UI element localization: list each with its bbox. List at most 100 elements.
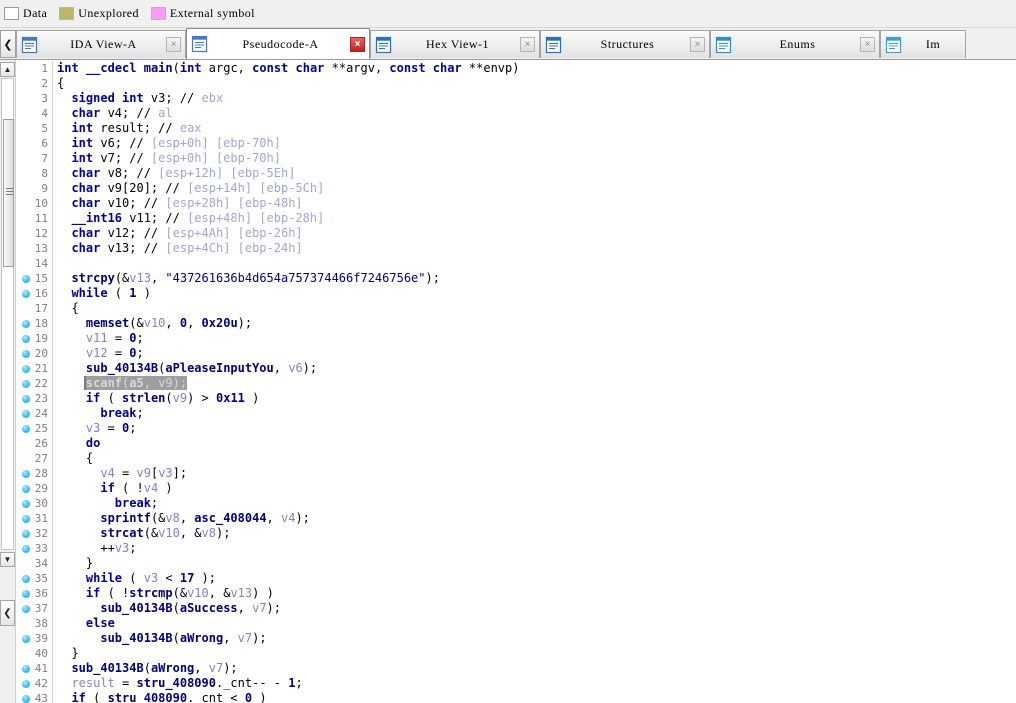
code-line[interactable]: 27 {	[17, 451, 1016, 466]
code-line[interactable]: 29 if ( !v4 )	[17, 481, 1016, 496]
code-line[interactable]: 28 v4 = v9[v3];	[17, 466, 1016, 481]
tab-structures[interactable]: Structures ×	[540, 30, 710, 58]
code-line[interactable]: 40 }	[17, 646, 1016, 661]
code-line-text: if ( !v4 )	[100, 481, 173, 495]
code-line-text: char v12; // [esp+4Ah] [ebp-26h]	[71, 226, 303, 240]
tab-scroll-left-button[interactable]: ❮	[0, 30, 16, 58]
code-line[interactable]: 41 sub_40134B(aWrong, v7);	[17, 661, 1016, 676]
code-line[interactable]: 12 char v12; // [esp+4Ah] [ebp-26h]	[17, 226, 1016, 241]
code-line-text: sub_40134B(aPleaseInputYou, v6);	[85, 361, 318, 375]
breakpoint-marker-icon[interactable]	[22, 365, 30, 373]
code-line[interactable]: 38 else	[17, 616, 1016, 631]
code-line[interactable]: 7 int v7; // [esp+0h] [ebp-70h]	[17, 151, 1016, 166]
breakpoint-marker-icon[interactable]	[22, 275, 30, 283]
code-line-text: int result; // eax	[71, 121, 202, 135]
tab-close-button[interactable]: ×	[690, 37, 705, 52]
code-line[interactable]: 13 char v13; // [esp+4Ch] [ebp-24h]	[17, 241, 1016, 256]
pseudocode-editor[interactable]: 1 int __cdecl main(int argc, const char *…	[17, 61, 1016, 703]
tab-close-button[interactable]: ×	[520, 37, 535, 52]
breakpoint-marker-icon[interactable]	[22, 605, 30, 613]
breakpoint-marker-icon[interactable]	[22, 290, 30, 298]
breakpoint-marker-icon[interactable]	[22, 665, 30, 673]
tab-pseudocode-a[interactable]: Pseudocode-A ×	[186, 28, 370, 59]
tab-hex-view-1[interactable]: Hex View-1 ×	[370, 30, 540, 58]
code-line[interactable]: 43 if ( stru_408090._cnt < 0 )	[17, 691, 1016, 703]
code-line[interactable]: 10 char v10; // [esp+28h] [ebp-48h]	[17, 196, 1016, 211]
code-line[interactable]: 36 if ( !strcmp(&v10, &v13) )	[17, 586, 1016, 601]
breakpoint-marker-icon[interactable]	[22, 380, 30, 388]
code-line[interactable]: 1 int __cdecl main(int argc, const char *…	[17, 61, 1016, 76]
tab-label: IDA View-A	[70, 37, 137, 51]
code-line[interactable]: 16 while ( 1 )	[17, 286, 1016, 301]
breakpoint-marker-icon[interactable]	[22, 695, 30, 703]
code-line[interactable]: 31 sprintf(&v8, asc_408044, v4);	[17, 511, 1016, 526]
code-line[interactable]: 42 result = stru_408090._cnt-- - 1;	[17, 676, 1016, 691]
code-line[interactable]: 3 signed int v3; // ebx	[17, 91, 1016, 106]
breakpoint-marker-icon[interactable]	[22, 410, 30, 418]
legend-item-label: Unexplored	[78, 6, 139, 20]
tab-enums[interactable]: Enums ×	[710, 30, 880, 58]
breakpoint-marker-icon[interactable]	[22, 470, 30, 478]
code-line-text: result = stru_408090._cnt-- - 1;	[71, 676, 303, 690]
code-line[interactable]: 21 sub_40134B(aPleaseInputYou, v6);	[17, 361, 1016, 376]
code-line[interactable]: 5 int result; // eax	[17, 121, 1016, 136]
tab-close-button[interactable]: ×	[860, 37, 875, 52]
code-line[interactable]: 23 if ( strlen(v9) > 0x11 )	[17, 391, 1016, 406]
code-line[interactable]: 2{	[17, 76, 1016, 91]
code-line[interactable]: 18 memset(&v10, 0, 0x20u);	[17, 316, 1016, 331]
code-line-text: if ( !strcmp(&v10, &v13) )	[85, 586, 274, 600]
code-line-text: {	[57, 451, 94, 465]
dock-collapse-button[interactable]: ❮	[0, 600, 15, 626]
breakpoint-marker-icon[interactable]	[22, 335, 30, 343]
tab-close-button[interactable]: ×	[166, 37, 181, 52]
code-line[interactable]: 14	[17, 256, 1016, 271]
dock-scroll-up-button[interactable]: ▲	[0, 62, 15, 77]
code-line[interactable]: 15 strcpy(&v13, "437261636b4d654a7573744…	[17, 271, 1016, 286]
code-line[interactable]: 20 v12 = 0;	[17, 346, 1016, 361]
code-line[interactable]: 35 while ( v3 < 17 );	[17, 571, 1016, 586]
code-line-text: memset(&v10, 0, 0x20u);	[85, 316, 253, 330]
code-line[interactable]: 11 __int16 v11; // [esp+48h] [ebp-28h]	[17, 211, 1016, 226]
code-line[interactable]: 30 break;	[17, 496, 1016, 511]
breakpoint-marker-icon[interactable]	[22, 530, 30, 538]
code-line[interactable]: 26 do	[17, 436, 1016, 451]
breakpoint-marker-icon[interactable]	[22, 425, 30, 433]
code-line[interactable]: 6 int v6; // [esp+0h] [ebp-70h]	[17, 136, 1016, 151]
line-number: 34	[17, 556, 53, 571]
tab-im[interactable]: Im	[880, 30, 966, 58]
breakpoint-marker-icon[interactable]	[22, 635, 30, 643]
breakpoint-marker-icon[interactable]	[22, 320, 30, 328]
code-line-text: v11 = 0;	[85, 331, 144, 345]
breakpoint-marker-icon[interactable]	[22, 575, 30, 583]
dock-scroll-down-button[interactable]: ▼	[0, 552, 15, 567]
code-line[interactable]: 9 char v9[20]; // [esp+14h] [ebp-5Ch]	[17, 181, 1016, 196]
code-line[interactable]: 19 v11 = 0;	[17, 331, 1016, 346]
tab-close-button[interactable]: ×	[350, 36, 365, 52]
breakpoint-marker-icon[interactable]	[22, 515, 30, 523]
navigator-scrollbar-track[interactable]	[1, 78, 14, 550]
structures-icon	[545, 36, 563, 54]
code-line[interactable]: 32 strcat(&v10, &v8);	[17, 526, 1016, 541]
breakpoint-marker-icon[interactable]	[22, 680, 30, 688]
breakpoint-marker-icon[interactable]	[22, 485, 30, 493]
code-line[interactable]: 39 sub_40134B(aWrong, v7);	[17, 631, 1016, 646]
code-line[interactable]: 22 scanf(a5, v9);	[17, 376, 1016, 391]
code-line-text: {	[57, 76, 65, 90]
tab-label: Enums	[779, 37, 816, 51]
code-line[interactable]: 17 {	[17, 301, 1016, 316]
code-line[interactable]: 33 ++v3;	[17, 541, 1016, 556]
code-line[interactable]: 8 char v8; // [esp+12h] [ebp-5Eh]	[17, 166, 1016, 181]
breakpoint-marker-icon[interactable]	[22, 590, 30, 598]
line-number: 8	[17, 166, 53, 181]
breakpoint-marker-icon[interactable]	[22, 350, 30, 358]
code-line[interactable]: 24 break;	[17, 406, 1016, 421]
navigator-scrollbar-thumb[interactable]	[3, 119, 14, 267]
code-line[interactable]: 25 v3 = 0;	[17, 421, 1016, 436]
tab-ida-view-a[interactable]: IDA View-A ×	[16, 30, 186, 58]
breakpoint-marker-icon[interactable]	[22, 395, 30, 403]
breakpoint-marker-icon[interactable]	[22, 500, 30, 508]
code-line[interactable]: 4 char v4; // al	[17, 106, 1016, 121]
code-line[interactable]: 37 sub_40134B(aSuccess, v7);	[17, 601, 1016, 616]
code-line[interactable]: 34 }	[17, 556, 1016, 571]
breakpoint-marker-icon[interactable]	[22, 545, 30, 553]
